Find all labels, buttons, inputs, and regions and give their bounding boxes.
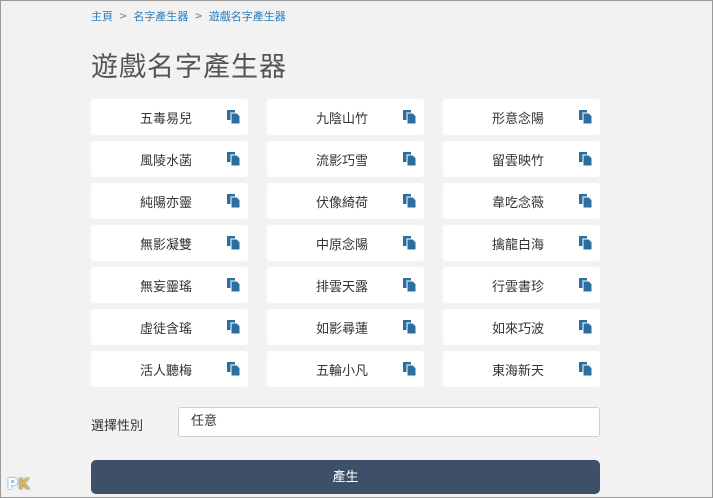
breadcrumb-name-generator-link[interactable]: 名字產生器 xyxy=(133,8,188,24)
generated-name: 風陵水菡 xyxy=(139,153,192,169)
name-card[interactable]: 排雲天露 xyxy=(267,267,424,303)
copy-icon[interactable] xyxy=(403,236,416,250)
copy-icon[interactable] xyxy=(403,110,416,124)
name-card[interactable]: 韋吃念薇 xyxy=(443,183,600,219)
breadcrumb-home-link[interactable]: 主頁 xyxy=(91,8,113,24)
copy-icon[interactable] xyxy=(403,278,416,292)
name-card[interactable]: 純陽亦靈 xyxy=(91,183,248,219)
copy-icon[interactable] xyxy=(403,194,416,208)
generated-name: 如來巧波 xyxy=(491,321,544,337)
generated-name: 活人聽梅 xyxy=(139,363,192,379)
name-card[interactable]: 九陰山竹 xyxy=(267,99,424,135)
breadcrumb: 主頁 > 名字產生器 > 遊戲名字產生器 xyxy=(91,8,286,24)
name-card[interactable]: 如來巧波 xyxy=(443,309,600,345)
breadcrumb-current-page[interactable]: 遊戲名字產生器 xyxy=(209,8,286,24)
generated-name: 純陽亦靈 xyxy=(139,195,192,211)
copy-icon[interactable] xyxy=(579,110,592,124)
generated-name: 虛徒含瑤 xyxy=(139,321,192,337)
copy-icon[interactable] xyxy=(227,152,240,166)
generated-name: 排雲天露 xyxy=(315,279,368,295)
generated-name: 五毒易兒 xyxy=(139,111,192,127)
generated-name: 九陰山竹 xyxy=(315,111,368,127)
name-card[interactable]: 行雲書珍 xyxy=(443,267,600,303)
copy-icon[interactable] xyxy=(579,278,592,292)
generated-name: 流影巧雪 xyxy=(315,153,368,169)
generated-name: 韋吃念薇 xyxy=(491,195,544,211)
name-card[interactable]: 五毒易兒 xyxy=(91,99,248,135)
name-card[interactable]: 無妄靈瑤 xyxy=(91,267,248,303)
page-title: 遊戲名字產生器 xyxy=(91,52,287,83)
generated-name: 行雲書珍 xyxy=(491,279,544,295)
breadcrumb-separator: > xyxy=(119,10,128,22)
name-card[interactable]: 活人聽梅 xyxy=(91,351,248,387)
copy-icon[interactable] xyxy=(403,152,416,166)
generated-name: 無妄靈瑤 xyxy=(139,279,192,295)
copy-icon[interactable] xyxy=(579,362,592,376)
name-card[interactable]: 如影尋蓮 xyxy=(267,309,424,345)
copy-icon[interactable] xyxy=(579,236,592,250)
page-frame: 主頁 > 名字產生器 > 遊戲名字產生器 遊戲名字產生器 五毒易兒 九陰山竹 形意念… xyxy=(0,0,713,498)
name-card[interactable]: 五輪小凡 xyxy=(267,351,424,387)
generated-name: 伏像綺荷 xyxy=(315,195,368,211)
copy-icon[interactable] xyxy=(403,320,416,334)
generated-name: 擒龍白海 xyxy=(491,237,544,253)
copy-icon[interactable] xyxy=(227,110,240,124)
name-card[interactable]: 中原念陽 xyxy=(267,225,424,261)
name-card[interactable]: 擒龍白海 xyxy=(443,225,600,261)
name-card[interactable]: 虛徒含瑤 xyxy=(91,309,248,345)
watermark-logo: PK xyxy=(7,475,30,493)
generated-name: 如影尋蓮 xyxy=(315,321,368,337)
generated-name: 東海新天 xyxy=(491,363,544,379)
generated-name: 留雲映竹 xyxy=(491,153,544,169)
copy-icon[interactable] xyxy=(227,320,240,334)
copy-icon[interactable] xyxy=(579,320,592,334)
copy-icon[interactable] xyxy=(227,194,240,208)
generate-button[interactable]: 產生 xyxy=(91,460,600,494)
copy-icon[interactable] xyxy=(579,152,592,166)
name-card[interactable]: 東海新天 xyxy=(443,351,600,387)
generated-name: 五輪小凡 xyxy=(315,363,368,379)
copy-icon[interactable] xyxy=(403,362,416,376)
copy-icon[interactable] xyxy=(227,362,240,376)
generated-name: 無影凝雙 xyxy=(139,237,192,253)
gender-label: 選擇性別 xyxy=(91,419,144,434)
copy-icon[interactable] xyxy=(579,194,592,208)
generated-name: 中原念陽 xyxy=(315,237,368,253)
generated-name: 形意念陽 xyxy=(491,111,544,127)
copy-icon[interactable] xyxy=(227,278,240,292)
gender-select[interactable]: 任意 xyxy=(178,407,600,437)
name-card[interactable]: 風陵水菡 xyxy=(91,141,248,177)
name-grid: 五毒易兒 九陰山竹 形意念陽風陵水菡 流影巧雪 留雲映竹純陽亦靈 伏像綺荷 韋吃念薇無影凝雙… xyxy=(91,99,600,387)
name-card[interactable]: 流影巧雪 xyxy=(267,141,424,177)
copy-icon[interactable] xyxy=(227,236,240,250)
breadcrumb-separator: > xyxy=(194,10,203,22)
name-card[interactable]: 形意念陽 xyxy=(443,99,600,135)
name-card[interactable]: 無影凝雙 xyxy=(91,225,248,261)
name-card[interactable]: 伏像綺荷 xyxy=(267,183,424,219)
name-card[interactable]: 留雲映竹 xyxy=(443,141,600,177)
